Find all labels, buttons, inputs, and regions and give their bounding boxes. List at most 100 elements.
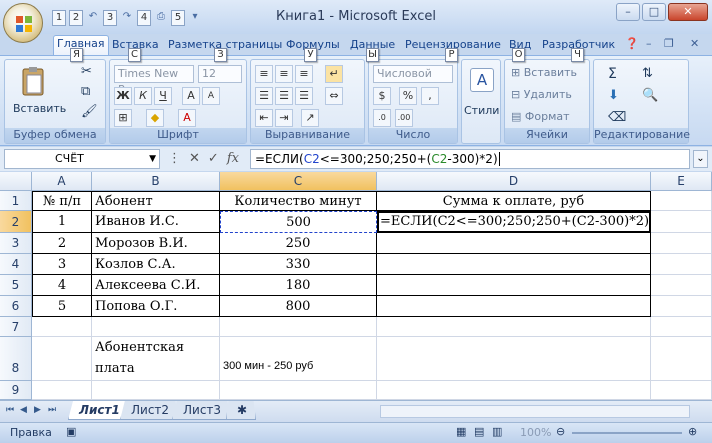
align-top-icon[interactable]: ≡	[255, 65, 273, 83]
help-icon[interactable]: ❓	[625, 37, 639, 50]
minimize-button[interactable]: –	[616, 3, 640, 21]
cell-d6[interactable]	[377, 296, 651, 317]
sheet-tab-2[interactable]: Лист2	[120, 401, 181, 420]
paste-button[interactable]: Вставить	[13, 102, 66, 115]
cut-icon[interactable]: ✂	[81, 64, 92, 79]
maximize-button[interactable]: □	[642, 3, 666, 21]
normal-view-icon[interactable]: ▦	[456, 425, 466, 438]
cell-d5[interactable]	[377, 275, 651, 296]
row-header-9[interactable]: 9	[0, 381, 32, 400]
name-box-dropdown-icon[interactable]: ▼	[149, 150, 156, 168]
prev-sheet-icon[interactable]: ◀	[20, 405, 27, 415]
cell-a6[interactable]: 5	[32, 296, 92, 317]
column-header-d[interactable]: D	[377, 172, 651, 191]
autosum-icon[interactable]: Σ	[608, 66, 617, 82]
cell-c4[interactable]: 330	[220, 254, 377, 275]
number-format-box[interactable]: Числовой	[373, 65, 453, 83]
cell-a2[interactable]: 1	[32, 211, 92, 233]
ribbon-restore-icon[interactable]: ❐	[664, 37, 674, 50]
font-size-box[interactable]: 12	[198, 65, 242, 83]
cell-b8[interactable]: Абонентская плата	[92, 337, 220, 381]
align-right-icon[interactable]: ☰	[295, 87, 313, 105]
cell-b6[interactable]: Попова О.Г.	[92, 296, 220, 317]
close-button[interactable]: ✕	[668, 3, 708, 21]
cell-b4[interactable]: Козлов С.А.	[92, 254, 220, 275]
row-header-4[interactable]: 4	[0, 254, 32, 275]
formula-input[interactable]: =ЕСЛИ(C2<=300;250;250+(C2-300)*2)	[250, 149, 690, 169]
align-middle-icon[interactable]: ≡	[275, 65, 293, 83]
name-box[interactable]: СЧЁТ ▼	[4, 149, 160, 169]
row-header-3[interactable]: 3	[0, 233, 32, 254]
cell-c8[interactable]: 300 мин - 250 руб	[220, 337, 377, 381]
cell-b9[interactable]	[92, 381, 220, 400]
column-header-a[interactable]: A	[32, 172, 92, 191]
format-cells-button[interactable]: ▤ Формат	[511, 110, 570, 123]
grow-font-icon[interactable]: A	[182, 87, 200, 105]
cell-c1[interactable]: Количество минут	[220, 191, 377, 211]
next-sheet-icon[interactable]: ▶	[34, 405, 41, 415]
insert-sheet-icon[interactable]: ✱	[226, 401, 256, 420]
cell-e8[interactable]	[651, 337, 712, 381]
cell-a7[interactable]	[32, 317, 92, 337]
copy-icon[interactable]: ⧉	[81, 84, 90, 99]
decrease-decimal-icon[interactable]: .00	[395, 109, 413, 127]
zoom-in-icon[interactable]: ⊕	[688, 425, 697, 438]
column-header-c[interactable]: C	[220, 172, 377, 191]
cell-d2[interactable]: =ЕСЛИ(C2<=300;250;250+(C2-300)*2)	[377, 211, 651, 233]
cell-e7[interactable]	[651, 317, 712, 337]
merge-center-icon[interactable]: ⇔	[325, 87, 343, 105]
last-sheet-icon[interactable]: ⏭	[48, 405, 56, 415]
select-all-corner[interactable]	[0, 172, 32, 191]
page-layout-view-icon[interactable]: ▤	[474, 425, 484, 438]
insert-function-icon[interactable]: fx	[227, 151, 239, 166]
office-button[interactable]	[3, 3, 43, 43]
font-color-icon[interactable]: A	[178, 109, 196, 127]
row-header-6[interactable]: 6	[0, 296, 32, 317]
cell-e4[interactable]	[651, 254, 712, 275]
zoom-slider[interactable]	[572, 432, 682, 434]
align-center-icon[interactable]: ☰	[275, 87, 293, 105]
zoom-out-icon[interactable]: ⊖	[556, 425, 565, 438]
row-header-8[interactable]: 8	[0, 337, 32, 381]
increase-indent-icon[interactable]: ⇥	[275, 109, 293, 127]
cell-e1[interactable]	[651, 191, 712, 211]
confirm-formula-icon[interactable]: ✓	[208, 151, 219, 166]
zoom-level[interactable]: 100%	[520, 426, 551, 439]
styles-button[interactable]: Стили	[464, 104, 499, 117]
clear-icon[interactable]: ⌫	[608, 110, 626, 125]
comma-style-icon[interactable]: ,	[421, 87, 439, 105]
styles-icon[interactable]: A	[470, 68, 494, 92]
font-name-box[interactable]: Times New Ro	[114, 65, 194, 96]
wrap-text-icon[interactable]: ↵	[325, 65, 343, 83]
cell-d8[interactable]	[377, 337, 651, 381]
cell-a3[interactable]: 2	[32, 233, 92, 254]
cell-c3[interactable]: 250	[220, 233, 377, 254]
cell-b3[interactable]: Морозов В.И.	[92, 233, 220, 254]
cell-e5[interactable]	[651, 275, 712, 296]
shrink-font-icon[interactable]: A	[202, 87, 220, 105]
decrease-indent-icon[interactable]: ⇤	[255, 109, 273, 127]
cell-d7[interactable]	[377, 317, 651, 337]
cell-b5[interactable]: Алексеева С.И.	[92, 275, 220, 296]
orientation-icon[interactable]: ↗	[301, 109, 319, 127]
first-sheet-icon[interactable]: ⏮	[6, 405, 14, 415]
delete-cells-button[interactable]: ⊟ Удалить	[511, 88, 572, 101]
fill-color-icon[interactable]: ◆	[146, 109, 164, 127]
cell-e3[interactable]	[651, 233, 712, 254]
ribbon-close-icon[interactable]: ✕	[690, 37, 699, 50]
cell-a4[interactable]: 3	[32, 254, 92, 275]
cell-e2[interactable]	[651, 211, 712, 233]
currency-icon[interactable]: $	[373, 87, 391, 105]
cell-e6[interactable]	[651, 296, 712, 317]
ribbon-minimize-icon[interactable]: –	[646, 37, 652, 50]
insert-cells-button[interactable]: ⊞ Вставить	[511, 66, 577, 79]
bold-icon[interactable]: Ж	[114, 87, 132, 105]
cell-c2[interactable]: 500	[220, 211, 377, 233]
align-bottom-icon[interactable]: ≡	[295, 65, 313, 83]
expand-formula-bar-icon[interactable]: ⌄	[693, 150, 708, 168]
sheet-tab-3[interactable]: Лист3	[172, 401, 233, 420]
cancel-formula-icon[interactable]: ✕	[189, 151, 200, 166]
cell-c6[interactable]: 800	[220, 296, 377, 317]
cell-d4[interactable]	[377, 254, 651, 275]
percent-icon[interactable]: %	[399, 87, 417, 105]
